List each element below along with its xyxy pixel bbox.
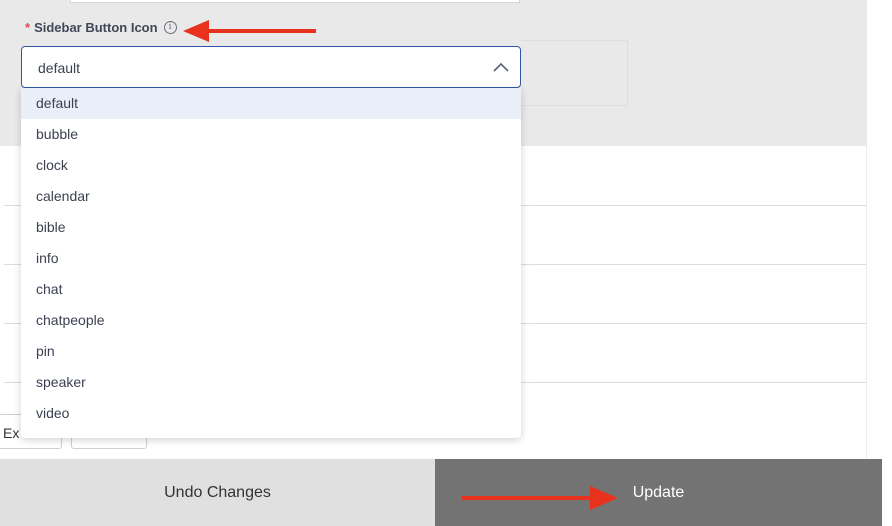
- dropdown-option-clock[interactable]: clock: [21, 150, 521, 181]
- panel-right-border: [866, 0, 867, 458]
- dropdown-option-info[interactable]: info: [21, 243, 521, 274]
- dropdown-option-speaker[interactable]: speaker: [21, 367, 521, 398]
- sidebar-button-icon-select[interactable]: default: [21, 46, 521, 88]
- info-circle-icon[interactable]: i: [163, 21, 177, 34]
- dropdown-option-bubble[interactable]: bubble: [21, 119, 521, 150]
- required-marker: *: [25, 20, 31, 35]
- panel-preview-box: [520, 40, 628, 106]
- previous-field-input[interactable]: [70, 0, 520, 3]
- field-label-text: Sidebar Button Icon: [34, 20, 158, 35]
- undo-changes-button[interactable]: Undo Changes: [0, 459, 435, 526]
- select-current-value: default: [38, 60, 81, 76]
- dropdown-option-bible[interactable]: bible: [21, 212, 521, 243]
- export-button-label: Ex: [3, 425, 20, 441]
- chevron-up-icon[interactable]: [492, 59, 510, 77]
- dropdown-option-chat[interactable]: chat: [21, 274, 521, 305]
- dropdown-option-video[interactable]: video: [21, 398, 521, 429]
- dropdown-option-calendar[interactable]: calendar: [21, 181, 521, 212]
- dropdown-option-default[interactable]: default: [21, 88, 521, 119]
- dropdown-option-pin[interactable]: pin: [21, 336, 521, 367]
- icon-options-dropdown: default bubble clock calendar bible info chat c…: [21, 88, 521, 438]
- red-arrow-icon: [462, 486, 618, 510]
- red-arrow-icon: [183, 20, 316, 42]
- sidebar-button-icon-label: * Sidebar Button Icon i: [25, 20, 177, 35]
- dropdown-option-chatpeople[interactable]: chatpeople: [21, 305, 521, 336]
